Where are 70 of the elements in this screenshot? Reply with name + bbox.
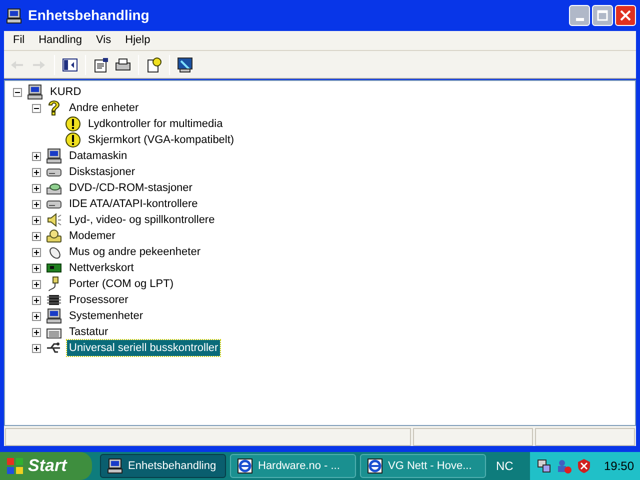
tree-item[interactable]: Lyd-, video- og spillkontrollere — [67, 212, 217, 228]
close-button[interactable] — [615, 5, 636, 26]
tree-item[interactable]: Mus og andre pekeenheter — [67, 244, 202, 260]
tree-item[interactable]: Datamaskin — [67, 148, 130, 164]
tree-item[interactable]: IDE ATA/ATAPI-kontrollere — [67, 196, 200, 212]
indicator-label: NC — [496, 458, 514, 475]
expand-icon[interactable] — [32, 168, 41, 176]
taskbar-button[interactable]: Enhetsbehandling — [100, 454, 226, 478]
question-mark-icon — [46, 100, 62, 116]
collapse-icon[interactable] — [32, 104, 41, 112]
tree-item[interactable]: Diskstasjoner — [67, 164, 138, 180]
tree-item[interactable]: Systemenheter — [67, 308, 145, 324]
tree-item[interactable]: Universal seriell busskontroller — [67, 340, 220, 356]
warning-icon — [65, 116, 81, 132]
taskbar-button[interactable]: Hardware.no - ... — [230, 454, 356, 478]
computer-icon — [46, 148, 62, 164]
menu-item[interactable]: Vis — [89, 32, 118, 49]
tree-item[interactable]: Tastatur — [67, 324, 110, 340]
windows-logo-icon — [6, 457, 24, 475]
panel-icon — [62, 56, 78, 72]
tree-item[interactable]: DVD-/CD-ROM-stasjoner — [67, 180, 194, 196]
clock: 19:50 — [604, 458, 634, 475]
browser-icon — [237, 458, 253, 474]
computer-icon — [6, 8, 22, 24]
expand-icon[interactable] — [32, 184, 41, 192]
expand-icon[interactable] — [32, 248, 41, 256]
tree-item[interactable]: KURD — [48, 84, 84, 100]
properties-icon — [93, 56, 109, 72]
tree-item[interactable]: Modemer — [67, 228, 118, 244]
expand-icon[interactable] — [32, 232, 41, 240]
shield-icon — [576, 458, 592, 474]
network-icon — [536, 458, 552, 474]
computer-icon — [107, 458, 123, 474]
chip-icon — [46, 292, 62, 308]
tree-item[interactable]: Porter (COM og LPT) — [67, 276, 176, 292]
menu-item[interactable]: Fil — [6, 32, 32, 49]
monitor-icon — [177, 56, 193, 72]
printer-icon — [115, 56, 131, 72]
expand-icon[interactable] — [32, 328, 41, 336]
browser-icon — [367, 458, 383, 474]
tree-item[interactable]: Nettverkskort — [67, 260, 136, 276]
speaker-icon — [46, 212, 62, 228]
menu-item[interactable]: Hjelp — [118, 32, 158, 49]
tree-item[interactable]: Andre enheter — [67, 100, 141, 116]
help-icon — [146, 56, 162, 72]
expand-icon[interactable] — [32, 216, 41, 224]
minimize-icon — [576, 18, 584, 21]
close-icon — [620, 10, 631, 21]
warning-icon — [65, 132, 81, 148]
maximize-icon — [597, 10, 608, 21]
expand-icon[interactable] — [32, 296, 41, 304]
window-title: Enhetsbehandling — [28, 6, 150, 25]
modem-icon — [46, 228, 62, 244]
expand-icon[interactable] — [32, 264, 41, 272]
usb-icon — [46, 340, 62, 356]
computer-icon — [27, 84, 43, 100]
menu-item[interactable]: Handling — [32, 32, 90, 49]
expand-icon[interactable] — [32, 200, 41, 208]
expand-icon[interactable] — [32, 280, 41, 288]
start-button[interactable]: Start — [0, 452, 92, 480]
tree-item[interactable]: Skjermkort (VGA-kompatibelt) — [86, 132, 236, 148]
expand-icon[interactable] — [32, 344, 41, 352]
expand-icon[interactable] — [32, 312, 41, 320]
users-icon — [556, 458, 572, 474]
computer-icon — [46, 308, 62, 324]
collapse-icon[interactable] — [13, 88, 22, 96]
expand-icon[interactable] — [32, 152, 41, 160]
tree-item[interactable]: Prosessorer — [67, 292, 130, 308]
tree-item[interactable]: Lydkontroller for multimedia — [86, 116, 225, 132]
taskbar-button[interactable]: VG Nett - Hove... — [360, 454, 486, 478]
